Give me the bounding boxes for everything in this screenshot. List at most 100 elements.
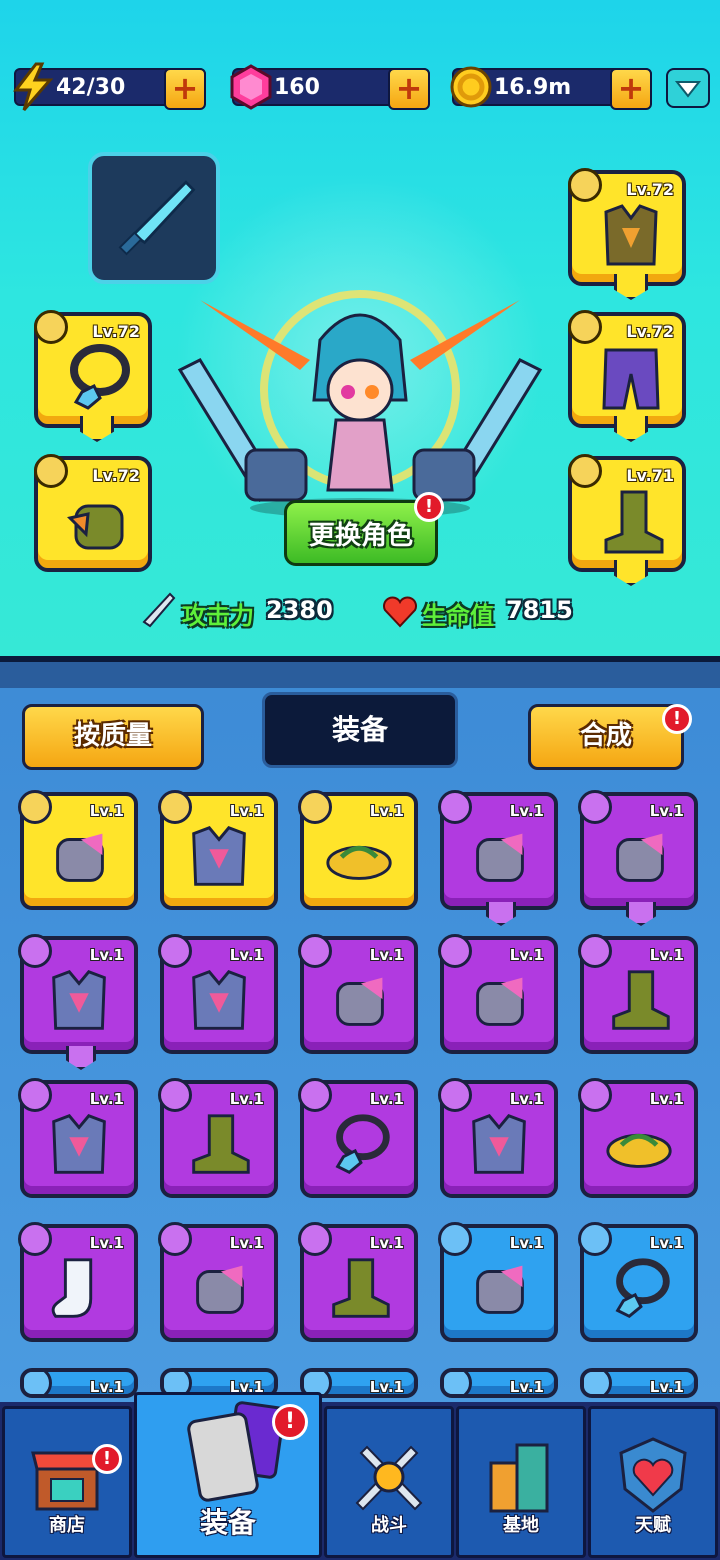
inventory-item[interactable]: Lv.1 — [18, 1078, 138, 1198]
item-level: Lv.1 — [649, 1234, 684, 1252]
armor-category-icon — [438, 1078, 472, 1112]
sword-icon — [142, 592, 176, 628]
inventory-item[interactable]: Lv.1 — [298, 1078, 418, 1198]
attack-value: 2380 — [266, 596, 333, 624]
sandal-icon — [326, 845, 392, 880]
nav-battle[interactable]: 战斗 — [324, 1406, 454, 1558]
glove-icon — [616, 833, 664, 882]
gold-add-button[interactable]: + — [610, 68, 652, 110]
upgrade-tag — [614, 416, 648, 442]
item-level: Lv.1 — [649, 946, 684, 964]
necklace-category-icon — [34, 310, 68, 344]
inventory-item[interactable]: Lv.1 — [578, 1078, 698, 1198]
inventory-item[interactable]: Lv.1 — [20, 1368, 138, 1398]
nav-shop[interactable]: 商店 — [2, 1406, 132, 1558]
equip-slot-boots[interactable]: Lv.71 — [568, 454, 686, 586]
inventory-item[interactable]: Lv.1 — [298, 934, 418, 1054]
inventory-item[interactable]: Lv.1 — [18, 1222, 138, 1342]
item-level: Lv.1 — [509, 946, 544, 964]
boots-category-icon — [298, 1222, 332, 1256]
slot-level: Lv.72 — [626, 322, 674, 341]
armor-icon — [472, 1114, 526, 1174]
crossed-swords-icon — [355, 1445, 423, 1511]
inventory-item[interactable]: Lv.1 — [578, 1222, 698, 1342]
glove-icon — [196, 1265, 244, 1314]
upgrade-tag — [626, 902, 656, 926]
gem-icon — [230, 64, 272, 110]
inventory-item[interactable]: Lv.1 — [438, 934, 558, 1054]
inventory-item[interactable]: Lv.1 — [158, 1222, 278, 1342]
glove-category-icon — [438, 1222, 472, 1256]
inventory-item[interactable]: Lv.1 — [18, 790, 138, 910]
armor-category-icon — [18, 1078, 52, 1112]
nav-talent-label: 天赋 — [635, 1515, 671, 1536]
sock-category-icon — [18, 1222, 52, 1256]
inventory-item[interactable]: Lv.1 — [298, 790, 418, 910]
item-level: Lv.1 — [229, 1090, 264, 1108]
item-level: Lv.1 — [89, 802, 124, 820]
gems-add-button[interactable]: + — [388, 68, 430, 110]
armor-category-icon — [568, 168, 602, 202]
gold-bar: 16.9m + — [450, 66, 652, 110]
inventory-item[interactable]: Lv.1 — [578, 790, 698, 926]
pants-category-icon — [568, 310, 602, 344]
merge-button[interactable]: 合成 — [528, 704, 684, 770]
nav-base[interactable]: 基地 — [456, 1406, 586, 1558]
upgrade-tag — [66, 1046, 96, 1070]
menu-button[interactable] — [666, 68, 710, 108]
armor-icon — [604, 204, 658, 266]
bottom-nav: 商店 ! 装备 ! 战斗 基地 天赋 — [0, 1392, 720, 1560]
change-role-badge: ! — [414, 492, 444, 522]
nav-battle-label: 战斗 — [371, 1515, 407, 1536]
glove-category-icon — [578, 790, 612, 824]
glove-category-icon — [158, 1222, 192, 1256]
sort-by-quality-button[interactable]: 按质量 — [22, 704, 204, 770]
inventory-item[interactable]: Lv.1 — [580, 1368, 698, 1398]
boots-category-icon — [578, 934, 612, 968]
inventory-item[interactable]: Lv.1 — [158, 790, 278, 910]
energy-add-button[interactable]: + — [164, 68, 206, 110]
pants-icon — [602, 348, 660, 410]
inventory-item[interactable]: Lv.1 — [438, 790, 558, 926]
inventory-item[interactable]: Lv.1 — [18, 934, 138, 1070]
item-level: Lv.1 — [229, 946, 264, 964]
armor-icon — [52, 1114, 106, 1174]
armor-icon — [192, 970, 246, 1030]
inventory-item[interactable]: Lv.1 — [578, 934, 698, 1054]
item-level: Lv.1 — [369, 802, 404, 820]
item-level: Lv.1 — [369, 946, 404, 964]
equip-slot-glove[interactable]: Lv.72 — [34, 454, 152, 572]
inventory-item[interactable]: Lv.1 — [158, 1078, 278, 1198]
hero-stage: 42/30 + 160 + 16.9m + Lv.72 Lv.72 Lv.72 … — [0, 0, 720, 662]
armor-category-icon — [158, 934, 192, 968]
inventory-item[interactable]: Lv.1 — [438, 1222, 558, 1342]
item-level: Lv.1 — [509, 1234, 544, 1252]
inventory-item[interactable]: Lv.1 — [440, 1368, 558, 1398]
weapon-slot[interactable] — [88, 152, 220, 284]
upgrade-tag — [614, 274, 648, 300]
boots-icon — [604, 490, 664, 554]
merge-badge: ! — [662, 704, 692, 734]
glove-category-icon — [298, 934, 332, 968]
tab-equipment[interactable]: 装备 — [262, 692, 458, 768]
item-level: Lv.1 — [509, 802, 544, 820]
sandal-icon — [606, 1133, 672, 1168]
inventory-item[interactable]: Lv.1 — [438, 1078, 558, 1198]
glove-icon — [476, 1265, 524, 1314]
necklace-icon — [615, 1258, 670, 1319]
item-level: Lv.1 — [229, 1234, 264, 1252]
equip-slot-pants[interactable]: Lv.72 — [568, 310, 686, 442]
hero-character — [177, 290, 543, 518]
necklace-icon — [335, 1114, 390, 1175]
equip-slot-armor[interactable]: Lv.72 — [568, 168, 686, 300]
shop-badge: ! — [92, 1444, 122, 1474]
nav-talent[interactable]: 天赋 — [588, 1406, 718, 1558]
necklace-category-icon — [298, 1078, 332, 1112]
slot-level: Lv.71 — [626, 466, 674, 485]
inventory-item[interactable]: Lv.1 — [298, 1222, 418, 1342]
equip-slot-necklace[interactable]: Lv.72 — [34, 310, 152, 442]
item-level: Lv.1 — [89, 1378, 124, 1396]
inventory-item[interactable]: Lv.1 — [158, 934, 278, 1054]
glove-category-icon — [438, 934, 472, 968]
glove-category-icon — [438, 790, 472, 824]
